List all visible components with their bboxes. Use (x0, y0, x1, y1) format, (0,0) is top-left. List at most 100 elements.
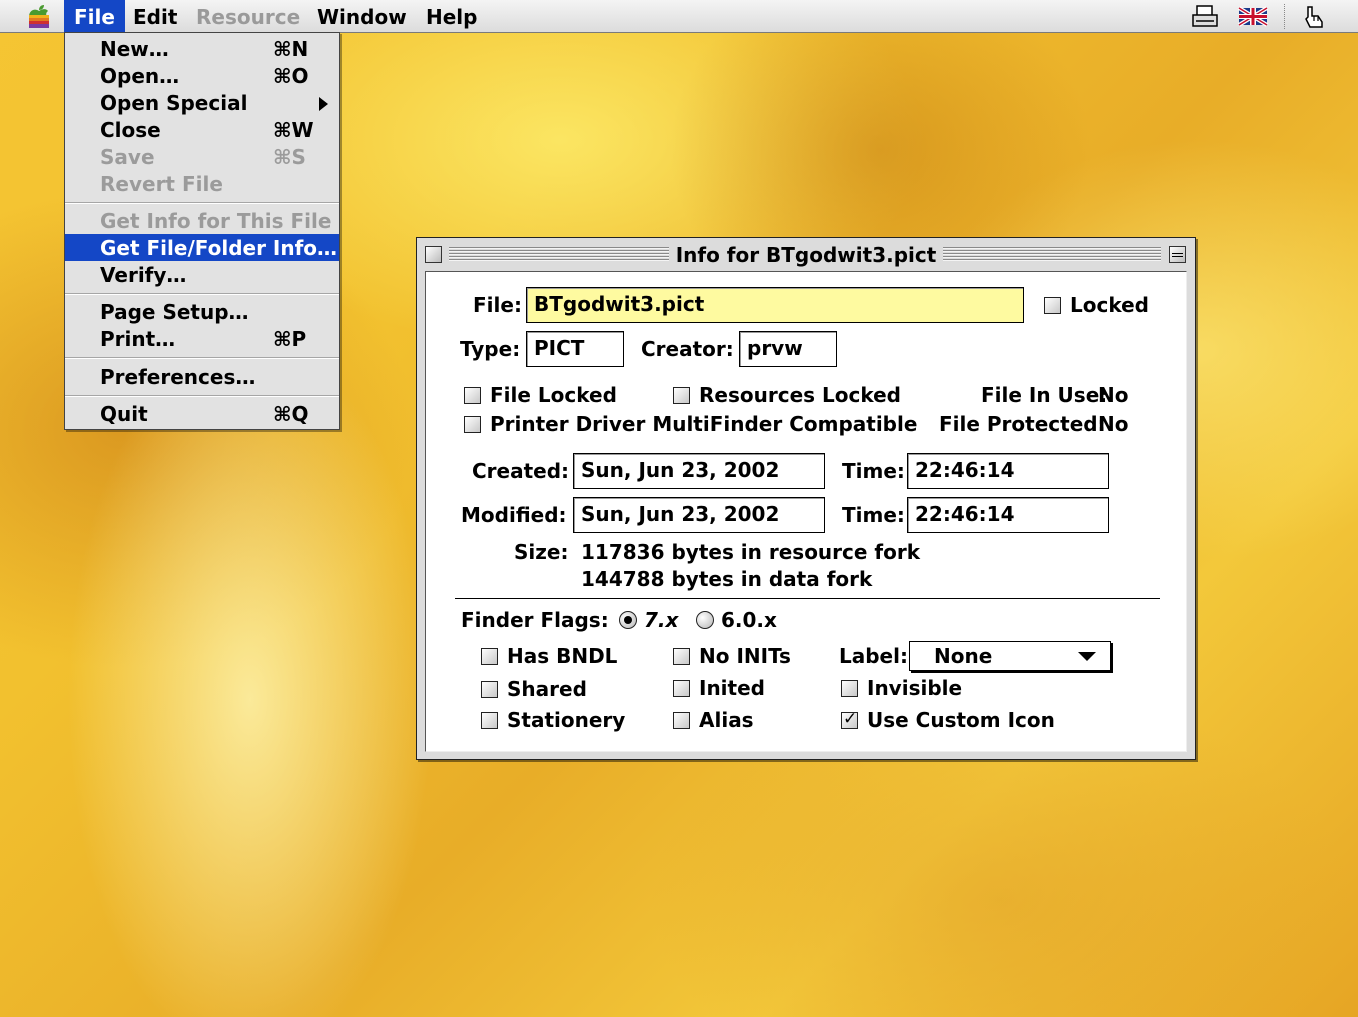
has-bndl-label: Has BNDL (507, 644, 618, 668)
created-time-label: Time: (842, 459, 905, 483)
menu-separator (65, 202, 339, 204)
menu-item-shortcut: ⌘P (273, 327, 307, 351)
resources-locked-checkbox[interactable] (673, 387, 690, 404)
label-popup-value: None (934, 644, 993, 668)
invisible-checkbox[interactable] (841, 680, 858, 697)
popup-arrow-icon (1078, 652, 1096, 661)
menu-item-quit[interactable]: Quit ⌘Q (65, 400, 339, 427)
divider-line (455, 598, 1160, 599)
menu-bar: File Edit Resource Window Help (0, 0, 1358, 33)
printer-driver-checkbox[interactable] (464, 416, 481, 433)
stationery-checkbox[interactable] (481, 712, 498, 729)
menu-item-save: Save ⌘S (65, 143, 339, 170)
created-date-field[interactable]: Sun, Jun 23, 2002 (573, 453, 825, 489)
menu-item-shortcut: ⌘S (273, 145, 306, 169)
menu-item-label: Get File/Folder Info… (100, 236, 338, 260)
menu-item-print[interactable]: Print… ⌘P (65, 325, 339, 352)
menu-item-shortcut: ⌘W (273, 118, 314, 142)
type-field[interactable]: PICT (526, 331, 624, 367)
uk-flag-icon[interactable] (1238, 4, 1268, 29)
resources-locked-label: Resources Locked (699, 383, 901, 407)
creator-field[interactable]: prvw (739, 331, 837, 367)
window-content: File: BTgodwit3.pict Locked Type: PICT C… (425, 271, 1187, 752)
file-name-field[interactable]: BTgodwit3.pict (526, 287, 1024, 323)
help-balloon-icon[interactable] (1300, 4, 1328, 29)
file-label: File: (473, 293, 522, 317)
menu-item-label: Print… (100, 327, 176, 351)
file-menu-dropdown: New… ⌘N Open… ⌘O Open Special Close ⌘W Save… (64, 32, 340, 430)
menu-separator (65, 357, 339, 359)
menu-item-shortcut: ⌘N (273, 37, 309, 61)
type-label: Type: (460, 337, 521, 361)
label-popup[interactable]: None (909, 641, 1111, 671)
menu-item-label: Revert File (100, 172, 223, 196)
menu-item-label: Open Special (100, 91, 248, 115)
menu-item-label: Quit (100, 402, 148, 426)
radio-6x-label: 6.0.x (721, 608, 777, 632)
radio-7x-label: 7.x (644, 608, 679, 632)
menu-edit[interactable]: Edit (123, 0, 187, 32)
menu-item-close[interactable]: Close ⌘W (65, 116, 339, 143)
size-resource-fork: 117836 bytes in resource fork (581, 540, 921, 564)
modified-date-field[interactable]: Sun, Jun 23, 2002 (573, 497, 825, 533)
info-window: Info for BTgodwit3.pict File: BTgodwit3.… (416, 237, 1196, 760)
created-label: Created: (472, 459, 570, 483)
modified-time-field[interactable]: 22:46:14 (907, 497, 1109, 533)
menu-item-open[interactable]: Open… ⌘O (65, 62, 339, 89)
menu-window[interactable]: Window (307, 0, 417, 32)
no-inits-label: No INITs (699, 644, 791, 668)
menu-item-preferences[interactable]: Preferences… (65, 363, 339, 390)
size-data-fork: 144788 bytes in data fork (581, 567, 873, 591)
alias-label: Alias (699, 708, 754, 732)
radio-7x[interactable] (619, 611, 637, 629)
menu-separator (65, 395, 339, 397)
shared-checkbox[interactable] (481, 681, 498, 698)
locked-checkbox[interactable] (1044, 297, 1061, 314)
modified-label: Modified: (461, 503, 567, 527)
menu-item-label: Close (100, 118, 161, 142)
menu-item-label: Preferences… (100, 365, 256, 389)
alias-checkbox[interactable] (673, 712, 690, 729)
menu-item-page-setup[interactable]: Page Setup… (65, 298, 339, 325)
menu-item-get-file-folder-info[interactable]: Get File/Folder Info… (65, 234, 339, 261)
menu-item-new[interactable]: New… ⌘N (65, 35, 339, 62)
size-label: Size: (514, 540, 569, 564)
use-custom-icon-label: Use Custom Icon (867, 708, 1055, 732)
file-protected-label: File Protected: (939, 412, 1106, 436)
menu-item-label: Get Info for This File (100, 209, 332, 233)
use-custom-icon-checkbox[interactable]: ✓ (841, 709, 858, 729)
inited-checkbox[interactable] (673, 680, 690, 697)
menu-item-open-special[interactable]: Open Special (65, 89, 339, 116)
printer-driver-label: Printer Driver MultiFinder Compatible (490, 412, 918, 436)
finder-flags-label: Finder Flags: (461, 608, 609, 632)
stationery-label: Stationery (507, 708, 626, 732)
menu-item-label: Save (100, 145, 155, 169)
radio-6x[interactable] (696, 611, 714, 629)
menu-separator (65, 293, 339, 295)
printer-icon[interactable] (1190, 4, 1220, 29)
menu-item-label: Verify… (100, 263, 187, 287)
file-protected-value: No (1098, 412, 1129, 436)
menu-item-label: New… (100, 37, 169, 61)
menu-item-verify[interactable]: Verify… (65, 261, 339, 288)
menu-item-label: Open… (100, 64, 180, 88)
created-time-field[interactable]: 22:46:14 (907, 453, 1109, 489)
menu-help[interactable]: Help (416, 0, 487, 32)
has-bndl-checkbox[interactable] (481, 648, 498, 665)
menu-file[interactable]: File (64, 0, 125, 32)
file-locked-label: File Locked (490, 383, 617, 407)
creator-label: Creator: (641, 337, 734, 361)
label-label: Label: (839, 644, 908, 668)
apple-icon[interactable] (26, 4, 52, 29)
no-inits-checkbox[interactable] (673, 648, 690, 665)
inited-label: Inited (699, 676, 765, 700)
menu-resource[interactable]: Resource (186, 0, 310, 32)
menu-item-label: Page Setup… (100, 300, 249, 324)
file-locked-checkbox[interactable] (464, 387, 481, 404)
window-titlebar[interactable]: Info for BTgodwit3.pict (417, 238, 1195, 270)
menu-item-shortcut: ⌘O (273, 64, 309, 88)
menu-item-revert-file: Revert File (65, 170, 339, 197)
invisible-label: Invisible (867, 676, 963, 700)
file-in-use-label: File In Use: (981, 383, 1108, 407)
menu-item-get-info-this-file: Get Info for This File (65, 207, 339, 234)
